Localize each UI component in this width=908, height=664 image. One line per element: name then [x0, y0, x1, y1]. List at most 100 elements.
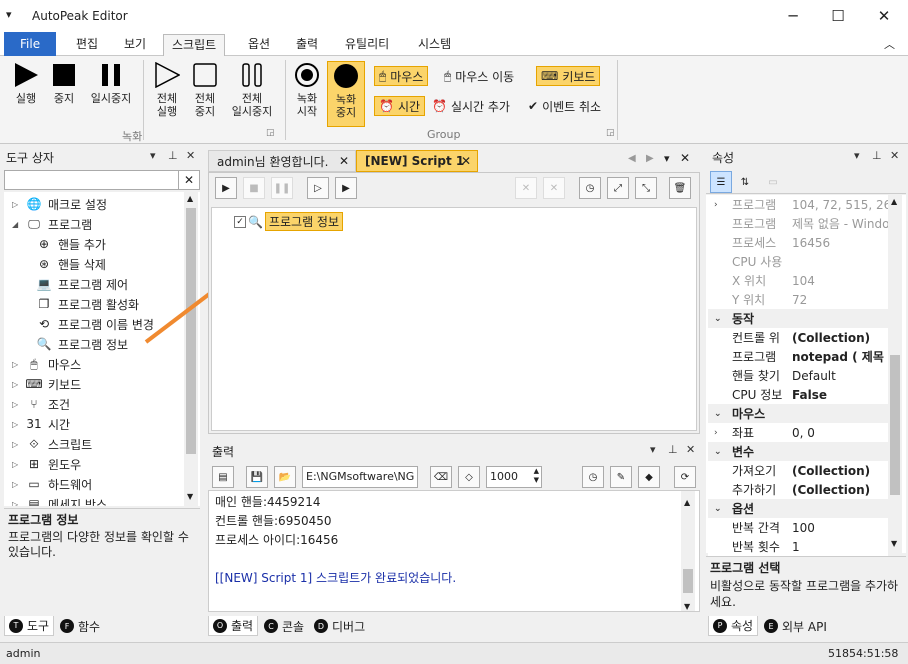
tab-tools[interactable]: T 도구 — [4, 616, 55, 636]
pause-all-button[interactable]: 전체 일시중지 — [224, 61, 280, 118]
property-category[interactable]: ⌄ 옵션 — [708, 499, 888, 518]
tree-item[interactable]: ▷ 31 시간 — [12, 414, 70, 434]
expand-toggle-icon[interactable]: › — [714, 200, 718, 210]
close-tab-icon[interactable]: ✕ — [339, 154, 349, 168]
toolbox-pin-icon[interactable]: ⊥ — [168, 149, 178, 162]
expand-toggle-icon[interactable]: ⌄ — [714, 504, 722, 514]
expand-toggle-icon[interactable]: ⌄ — [714, 409, 722, 419]
tab-scroll-right-icon[interactable]: ▶ — [646, 153, 654, 164]
output-scrollbar[interactable]: ▲ ▼ — [681, 491, 695, 611]
property-pages-button[interactable]: ▭ — [762, 171, 784, 193]
expand-toggle-icon[interactable]: › — [714, 428, 718, 438]
tree-item[interactable]: 🔍 프로그램 정보 — [32, 334, 129, 354]
stop-button[interactable]: 중지 — [46, 61, 82, 105]
record-group-launcher-icon[interactable]: ◲ — [266, 128, 275, 138]
scroll-down-icon[interactable]: ▼ — [187, 492, 193, 501]
tab-console[interactable]: C 콘솔 — [260, 616, 308, 636]
editor-clear-button[interactable]: ✕ — [543, 177, 565, 199]
property-value[interactable]: 72 — [792, 293, 888, 307]
tree-item[interactable]: ▷ ⌨ 키보드 — [12, 374, 81, 394]
output-path-field[interactable]: E:\NGMsoftware\NG — [302, 466, 418, 488]
expand-arrow-icon[interactable]: ▷ — [12, 400, 22, 409]
expand-arrow-icon[interactable]: ▷ — [12, 500, 22, 507]
property-row[interactable]: 가져오기 (Collection) — [708, 461, 888, 480]
clear-search-button[interactable]: ✕ — [178, 170, 200, 190]
editor-pause-button[interactable]: ❚❚ — [271, 177, 293, 199]
expand-toggle-icon[interactable]: ⌄ — [714, 447, 722, 457]
group-launcher-icon[interactable]: ◲ — [606, 128, 615, 138]
property-value[interactable]: (Collection) — [792, 464, 888, 478]
tree-item[interactable]: ▷ 🖱 마우스 — [12, 354, 81, 374]
property-row[interactable]: 반복 횟수 1 — [708, 537, 888, 556]
realtime-add-toggle[interactable]: ⏰ 실시간 추가 — [428, 96, 514, 116]
property-row[interactable]: CPU 사용 — [708, 252, 888, 271]
tab-file[interactable]: File — [4, 32, 57, 56]
expand-arrow-icon[interactable]: ▷ — [12, 440, 22, 449]
editor-history-button[interactable]: ◷ — [579, 177, 601, 199]
property-value[interactable]: notepad ( 제목 없 — [792, 348, 888, 365]
run-all-button[interactable]: 전체 실행 — [148, 61, 186, 118]
maximize-button[interactable]: ☐ — [815, 0, 861, 32]
property-category[interactable]: ⌄ 변수 — [708, 442, 888, 461]
scroll-up-icon[interactable]: ▲ — [187, 194, 193, 203]
property-value[interactable]: False — [792, 388, 888, 402]
close-window-button[interactable]: ✕ — [861, 0, 907, 32]
output-dropdown-icon[interactable]: ▾ — [650, 443, 656, 456]
scroll-up-icon[interactable]: ▲ — [684, 493, 690, 512]
property-value[interactable]: Default — [792, 369, 888, 383]
expand-arrow-icon[interactable]: ▷ — [12, 380, 22, 389]
doc-tab-script[interactable]: [NEW] Script 1 ✕ — [356, 150, 478, 172]
output-new-button[interactable]: ▤ — [212, 466, 234, 488]
property-value[interactable]: 0, 0 — [792, 426, 888, 440]
tab-output-log[interactable]: O 출력 — [208, 616, 259, 636]
properties-scrollbar[interactable]: ▲ ▼ — [888, 195, 902, 553]
property-category[interactable]: ⌄ 마우스 — [708, 404, 888, 423]
properties-pin-icon[interactable]: ⊥ — [872, 149, 882, 162]
scrollbar-thumb[interactable] — [890, 355, 900, 495]
property-row[interactable]: 컨트롤 위 (Collection) — [708, 328, 888, 347]
output-close-icon[interactable]: ✕ — [686, 443, 695, 456]
scrollbar-thumb[interactable] — [683, 569, 693, 593]
property-value[interactable]: 104, 72, 515, 268 — [792, 198, 888, 212]
mouse-move-toggle[interactable]: 🖱 마우스 이동 — [440, 66, 518, 86]
editor-trash-button[interactable]: 🗑 — [669, 177, 691, 199]
property-row[interactable]: 프로그램 제목 없음 - Windo — [708, 214, 888, 233]
doc-tab-welcome[interactable]: admin님 환영합니다. ✕ — [208, 150, 356, 172]
alphabetical-button[interactable]: ⇅ — [734, 171, 756, 193]
output-brush-button[interactable]: ✎ — [610, 466, 632, 488]
output-interval-stepper[interactable]: 1000 ▲ ▼ — [486, 466, 542, 488]
tree-item[interactable]: ▷ ▤ 메세지 박스 — [12, 494, 107, 506]
property-value[interactable]: 제목 없음 - Windo — [792, 215, 888, 232]
expand-arrow-icon[interactable]: ◢ — [12, 220, 22, 229]
properties-dropdown-icon[interactable]: ▾ — [854, 149, 860, 162]
mouse-record-toggle[interactable]: 🖱 마우스 — [374, 66, 429, 86]
pause-button[interactable]: 일시중지 — [84, 61, 138, 105]
tab-external-api[interactable]: E 외부 API — [760, 616, 831, 636]
property-value[interactable]: (Collection) — [792, 483, 888, 497]
property-value[interactable]: 104 — [792, 274, 888, 288]
property-value[interactable]: (Collection) — [792, 331, 888, 345]
tab-utility[interactable]: 유틸리티 — [337, 34, 397, 56]
output-pin-icon[interactable]: ⊥ — [668, 443, 678, 456]
editor-step-into-button[interactable]: ▶ — [335, 177, 357, 199]
editor-collapse-button[interactable]: ⤡ — [635, 177, 657, 199]
tab-debug[interactable]: D 디버그 — [310, 616, 369, 636]
property-row[interactable]: 핸들 찾기 Default — [708, 366, 888, 385]
time-record-toggle[interactable]: ⏰ 시간 — [374, 96, 426, 116]
scroll-down-icon[interactable]: ▼ — [684, 597, 690, 616]
toolbox-search-input[interactable] — [4, 170, 180, 190]
node-checkbox[interactable]: ✓ — [234, 215, 246, 228]
tab-output[interactable]: 출력 — [288, 34, 326, 56]
tree-item[interactable]: ❐ 프로그램 활성화 — [32, 294, 140, 314]
property-row[interactable]: 추가하기 (Collection) — [708, 480, 888, 499]
script-canvas[interactable]: ✓ 🔍 프로그램 정보 — [211, 207, 697, 431]
collapse-ribbon-icon[interactable]: ︿ — [884, 36, 895, 52]
tree-item[interactable]: ▷ ⊞ 윈도우 — [12, 454, 81, 474]
property-category[interactable]: ⌄ 동작 — [708, 309, 888, 328]
tree-item[interactable]: ▷ ▭ 하드웨어 — [12, 474, 92, 494]
tree-item[interactable]: ⊕ 핸들 추가 — [32, 234, 106, 254]
record-stop-button[interactable]: 녹화 중지 — [327, 61, 365, 127]
output-clean-button[interactable]: ⌫ — [430, 466, 452, 488]
editor-step-button[interactable]: ▷ — [307, 177, 329, 199]
keyboard-record-toggle[interactable]: ⌨ 키보드 — [536, 66, 601, 86]
